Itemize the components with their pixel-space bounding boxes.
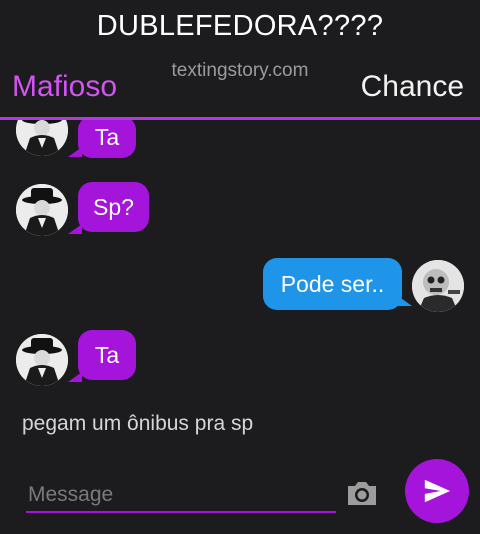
avatar[interactable] (16, 334, 68, 386)
message-text: Sp? (93, 193, 134, 220)
avatar[interactable] (16, 184, 68, 236)
fedora-man-avatar-icon (16, 120, 68, 156)
send-icon (424, 479, 451, 503)
skull-mask-avatar-icon (412, 260, 464, 312)
message-bubble-left[interactable]: Ta (78, 120, 136, 158)
message-text: Ta (94, 123, 120, 150)
message-input[interactable] (28, 480, 333, 510)
message-text: Ta (94, 341, 120, 368)
input-underline (26, 511, 336, 513)
camera-icon[interactable] (345, 478, 379, 508)
message-bubble-left[interactable]: Sp? (78, 182, 149, 232)
chat-area[interactable]: Ta Sp? Pode ser.. Ta (0, 120, 480, 460)
message-bubble-right[interactable]: Pode ser.. (263, 258, 402, 310)
message-text: Pode ser.. (280, 270, 385, 297)
fedora-man-avatar-icon (16, 184, 68, 236)
avatar[interactable] (412, 260, 464, 312)
story-title: DUBLEFEDORA???? (96, 10, 384, 42)
left-contact-name[interactable]: Mafioso (12, 70, 117, 104)
fedora-man-avatar-icon (16, 334, 68, 386)
narration-text: pegam um ônibus pra sp (22, 412, 254, 435)
send-button[interactable] (405, 459, 469, 523)
right-contact-name[interactable]: Chance (361, 70, 464, 104)
message-bubble-left[interactable]: Ta (78, 330, 136, 380)
avatar[interactable] (16, 120, 68, 156)
bubble-tail (398, 296, 412, 306)
